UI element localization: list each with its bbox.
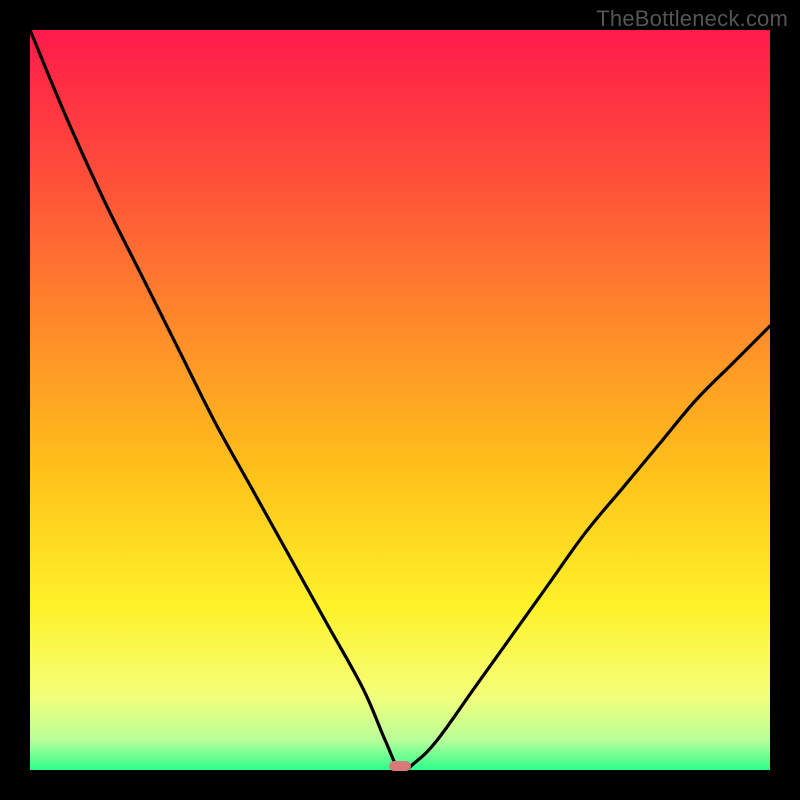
chart-frame: TheBottleneck.com xyxy=(0,0,800,800)
chart-svg xyxy=(30,30,770,770)
minimum-marker xyxy=(389,761,411,771)
watermark-text: TheBottleneck.com xyxy=(596,6,788,32)
gradient-background xyxy=(30,30,770,770)
plot-area xyxy=(30,30,770,770)
